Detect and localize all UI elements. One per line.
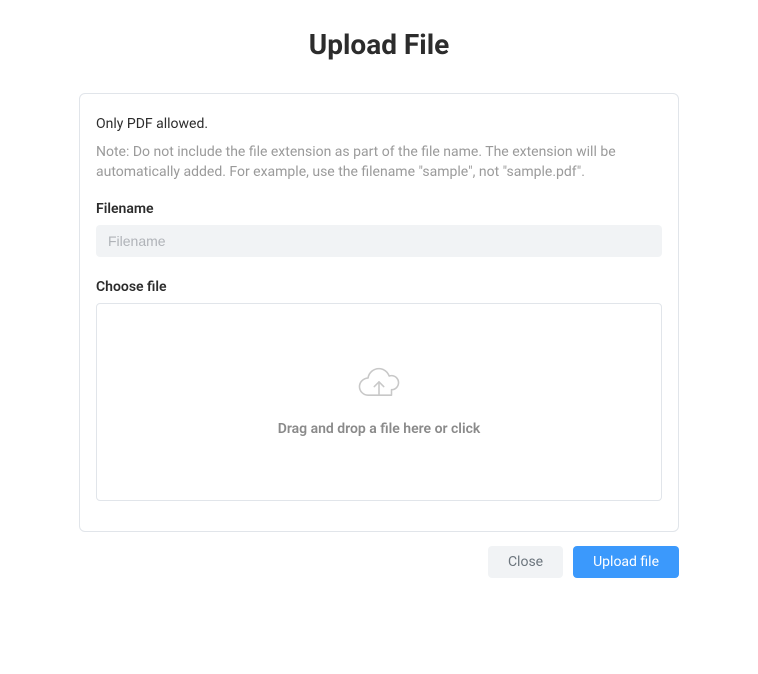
filename-input[interactable] [96, 225, 662, 257]
filename-label: Filename [96, 201, 662, 217]
file-dropzone[interactable]: Drag and drop a file here or click [96, 303, 662, 501]
filename-note-text: Note: Do not include the file extension … [96, 142, 662, 183]
cloud-upload-icon [354, 367, 404, 421]
upload-card: Only PDF allowed. Note: Do not include t… [79, 93, 679, 532]
upload-file-button[interactable]: Upload file [573, 546, 679, 578]
dropzone-instruction: Drag and drop a file here or click [278, 421, 481, 437]
choose-file-label: Choose file [96, 279, 662, 295]
close-button[interactable]: Close [488, 546, 563, 578]
page-title: Upload File [79, 28, 679, 61]
dialog-actions: Close Upload file [79, 546, 679, 578]
allowed-types-text: Only PDF allowed. [96, 116, 662, 132]
